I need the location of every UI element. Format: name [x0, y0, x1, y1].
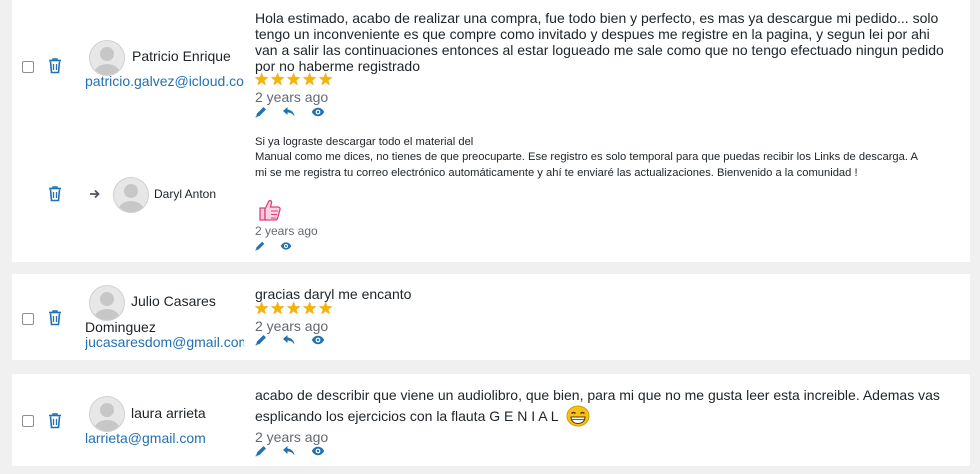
- trash-icon[interactable]: [47, 57, 63, 74]
- view-icon[interactable]: [311, 444, 325, 458]
- view-icon[interactable]: [280, 240, 292, 252]
- trash-icon[interactable]: [47, 185, 63, 202]
- author-email-link[interactable]: larrieta@gmail.com: [85, 430, 244, 446]
- trash-icon[interactable]: [47, 309, 63, 326]
- star-icon: ★: [318, 299, 334, 318]
- author-email-link[interactable]: jucasaresdom@gmail.com: [85, 334, 244, 350]
- star-icon: ★: [302, 299, 318, 318]
- view-icon[interactable]: [311, 333, 325, 347]
- edit-icon[interactable]: [254, 105, 268, 119]
- select-checkbox[interactable]: [22, 415, 34, 427]
- avatar: [113, 177, 149, 213]
- edit-icon[interactable]: [254, 444, 268, 458]
- star-icon: ★: [286, 299, 302, 318]
- avatar: [89, 40, 125, 76]
- reply-time: 2 years ago: [255, 224, 318, 238]
- comment-time: 2 years ago: [255, 429, 329, 445]
- comment-actions: [254, 105, 335, 119]
- star-icon: ★: [254, 299, 270, 318]
- reply-icon[interactable]: [282, 105, 296, 119]
- comment-actions: [254, 444, 335, 458]
- reply-actions: [254, 240, 302, 254]
- comment-card: Patricio Enrique patricio.galvez@icloud.…: [12, 0, 970, 262]
- comment-text: Hola estimado, acabo de realizar una com…: [255, 10, 944, 74]
- star-icon: ★: [254, 70, 270, 89]
- comment-card: laura arrieta larrieta@gmail.com acabo d…: [12, 374, 970, 466]
- reply-arrow-icon: [90, 189, 100, 199]
- star-rating: ★★★★★: [254, 299, 334, 318]
- author-email-link[interactable]: patricio.galvez@icloud.com: [85, 73, 244, 89]
- author-name-cont: Dominguez: [85, 319, 156, 335]
- select-checkbox[interactable]: [22, 313, 34, 325]
- author-name: Julio Casares: [131, 293, 216, 309]
- author-name: Patricio Enrique: [132, 48, 231, 64]
- star-icon: ★: [318, 70, 334, 89]
- reply-text-line1: Si ya lograste descargar todo el materia…: [255, 136, 474, 148]
- comment-actions: [254, 333, 335, 347]
- edit-icon[interactable]: [254, 333, 268, 347]
- avatar: [89, 285, 125, 321]
- select-checkbox[interactable]: [22, 61, 34, 73]
- reply-icon[interactable]: [282, 444, 296, 458]
- author-name: laura arrieta: [131, 405, 206, 421]
- comment-text-body: acabo de describir que viene un audiolib…: [255, 387, 940, 424]
- edit-icon[interactable]: [254, 240, 266, 252]
- star-icon: ★: [270, 70, 286, 89]
- reply-icon[interactable]: [282, 333, 296, 347]
- comment-time: 2 years ago: [255, 89, 329, 105]
- grinning-face-icon: [566, 405, 590, 427]
- star-rating: ★★★★★: [254, 70, 334, 89]
- star-icon: ★: [270, 299, 286, 318]
- comment-time: 2 years ago: [255, 318, 329, 334]
- view-icon[interactable]: [311, 105, 325, 119]
- comment-text: gracias daryl me encanto: [255, 286, 412, 302]
- comment-text: acabo de describir que viene un audiolib…: [255, 385, 955, 427]
- comment-card: Julio Casares Dominguez jucasaresdom@gma…: [12, 274, 970, 360]
- star-icon: ★: [302, 70, 318, 89]
- avatar: [89, 396, 125, 432]
- thumbs-up-icon: [259, 199, 281, 221]
- trash-icon[interactable]: [47, 412, 63, 429]
- author-name: Daryl Anton: [154, 187, 217, 201]
- reply-text: Manual como me dices, no tienes de que p…: [255, 151, 918, 179]
- star-icon: ★: [286, 70, 302, 89]
